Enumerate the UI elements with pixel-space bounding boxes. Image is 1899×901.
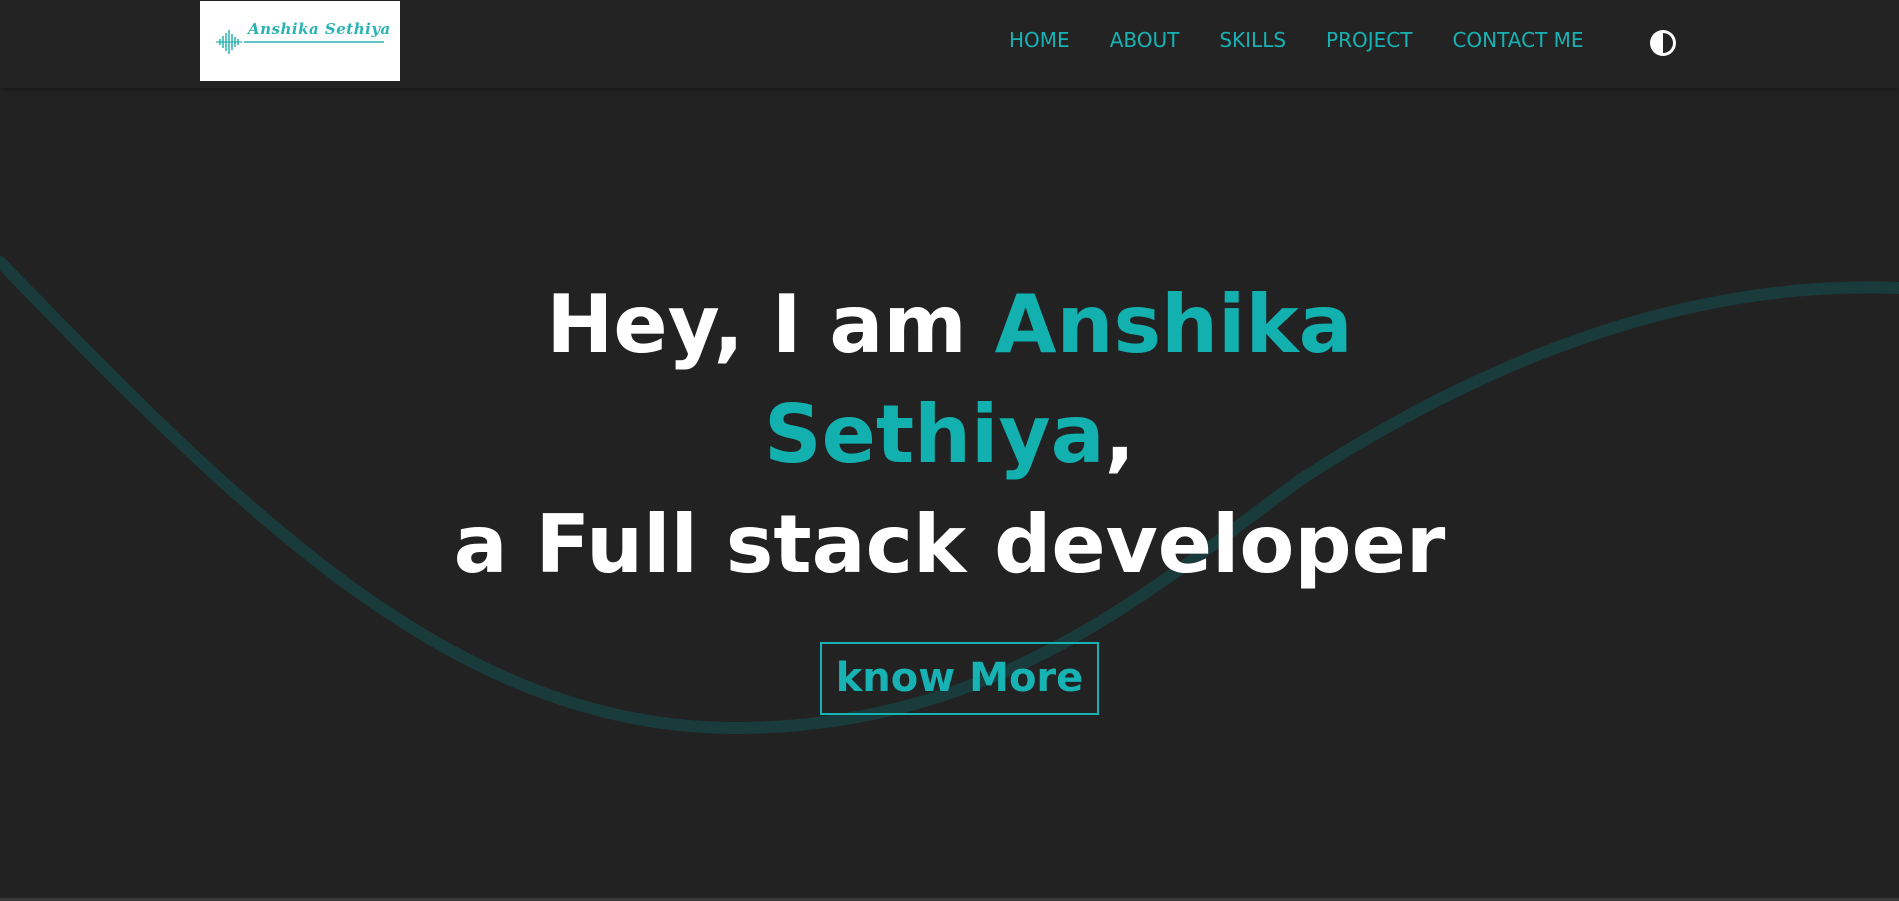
hero-comma: ,: [1104, 388, 1135, 481]
nav-contact-link[interactable]: CONTACT ME: [1452, 28, 1583, 52]
navbar: Anshika Sethiya HOME ABOUT SKILLS PROJEC…: [0, 0, 1899, 88]
nav-project-link[interactable]: PROJECT: [1326, 28, 1412, 52]
soundwave-icon: [216, 30, 384, 54]
nav-menu: HOME ABOUT SKILLS PROJECT CONTACT ME: [1009, 0, 1584, 80]
theme-toggle-button[interactable]: [1648, 28, 1678, 58]
know-more-button[interactable]: know More: [820, 642, 1099, 715]
hero-name-last: Sethiya: [763, 388, 1105, 481]
nav-skills-link[interactable]: SKILLS: [1219, 28, 1286, 52]
logo-text: Anshika Sethiya: [248, 20, 391, 38]
nav-about-link[interactable]: ABOUT: [1110, 28, 1180, 52]
hero-name-first: Anshika: [994, 278, 1353, 371]
contrast-half-circle-icon: [1650, 30, 1676, 56]
site-logo[interactable]: Anshika Sethiya: [200, 1, 400, 81]
hero-role: a Full stack developer: [453, 498, 1446, 591]
hero-section: Hey, I am Anshika Sethiya, a Full stack …: [0, 270, 1899, 600]
hero-heading: Hey, I am Anshika Sethiya, a Full stack …: [0, 270, 1899, 600]
hero-greeting: Hey, I am: [546, 278, 995, 371]
nav-home-link[interactable]: HOME: [1009, 28, 1070, 52]
